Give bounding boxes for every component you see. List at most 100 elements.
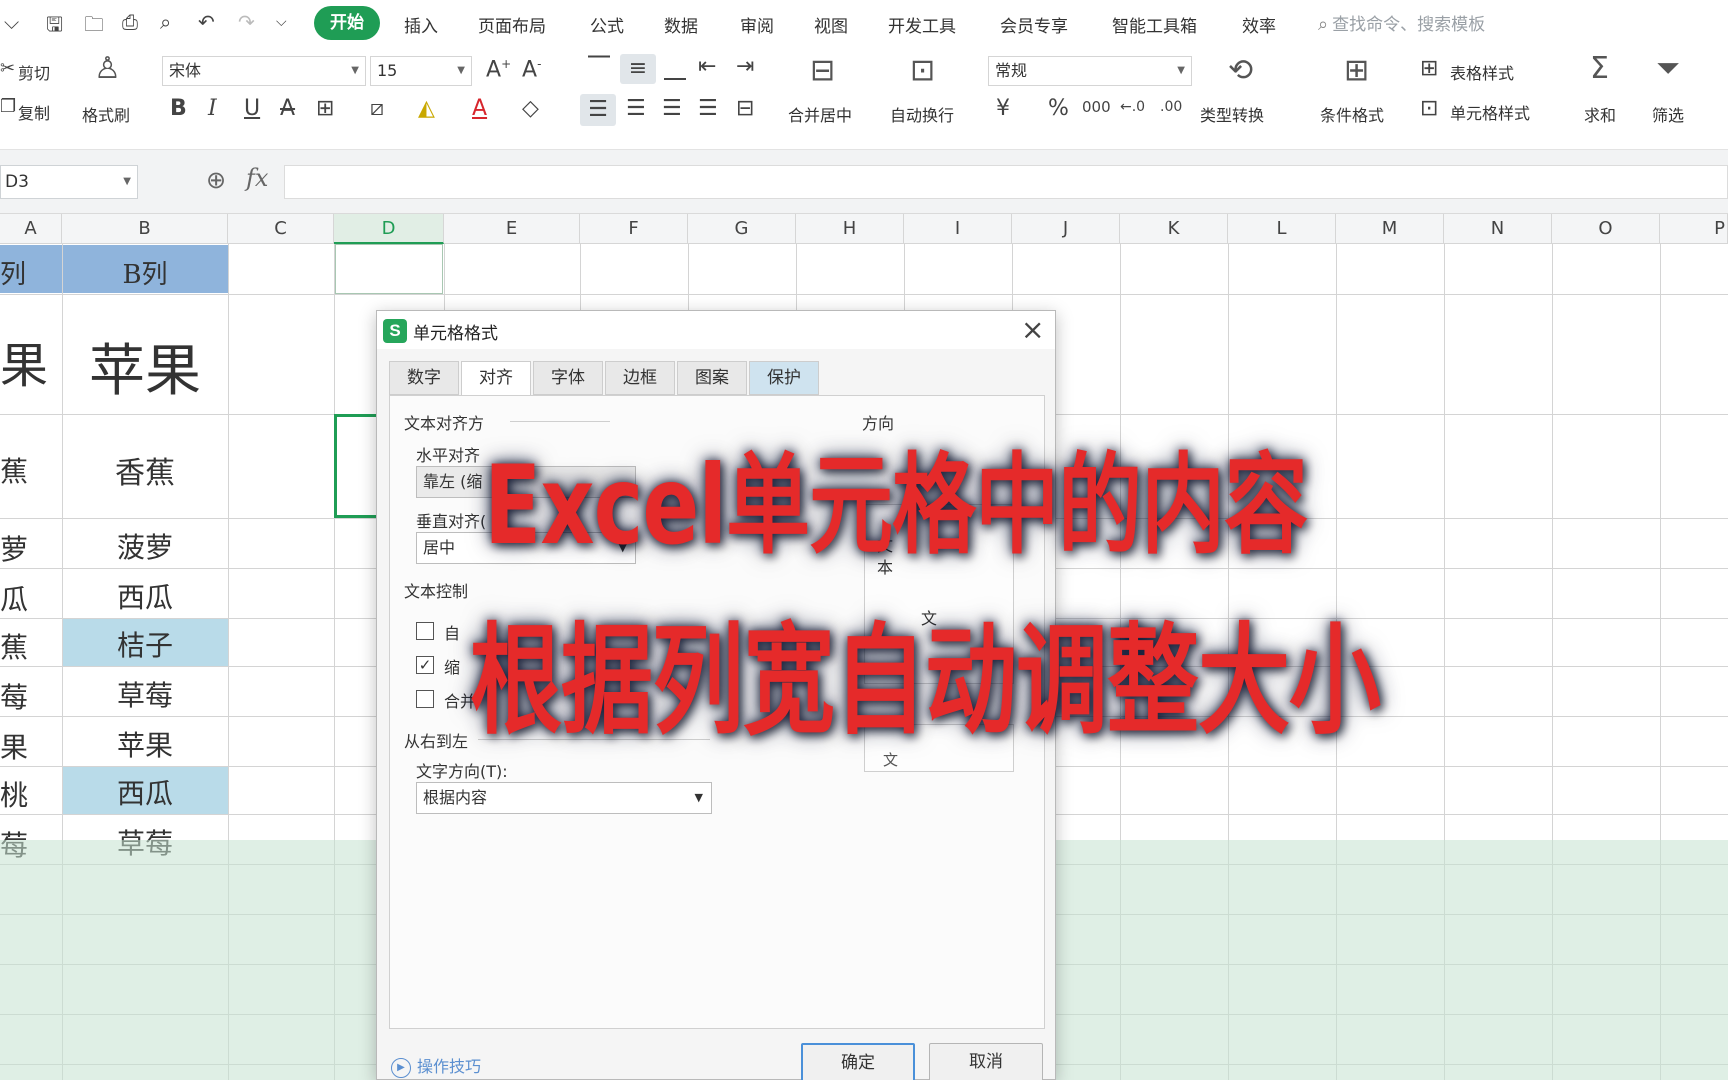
decrease-decimal-button[interactable]: .00 [1160,100,1182,114]
decrease-font-icon[interactable]: A- [522,58,541,81]
column-header-i[interactable]: I [904,214,1012,244]
name-box[interactable]: D3 ▼ [0,165,138,199]
tips-link[interactable]: ▶ 操作技巧 [391,1053,481,1078]
cut-button[interactable]: 剪切 [18,60,50,84]
border-icon[interactable]: ⊞ [316,98,334,120]
format-painter-button[interactable]: 格式刷 [82,102,130,126]
column-header-c[interactable]: C [228,214,334,244]
wrap-text-button[interactable]: 自动换行 [890,102,954,126]
column-header-f[interactable]: F [580,214,688,244]
type-convert-button[interactable]: 类型转换 [1200,102,1264,126]
quick-access-dropdown-icon[interactable]: ⌵ [4,10,19,34]
column-header-a[interactable]: A [0,214,62,244]
number-format-select[interactable]: 常规 ▼ [988,56,1192,86]
align-center-icon[interactable]: ☰ [626,98,646,120]
output-pdf-icon[interactable]: 🗀 [84,10,104,44]
column-header-d[interactable]: D [334,214,444,244]
bold-button[interactable]: B [170,98,187,120]
tab-border[interactable]: 边框 [605,361,675,395]
cell-a4[interactable]: 萝 [0,528,40,568]
italic-button[interactable]: I [208,98,217,120]
copy-button[interactable]: 复制 [18,100,50,124]
cell-b2[interactable]: 苹果 [62,326,228,407]
formula-input[interactable] [284,165,1728,199]
increase-decimal-button[interactable]: ←.0 [1120,100,1145,114]
column-header-j[interactable]: J [1012,214,1120,244]
cell-a8[interactable]: 果 [0,726,40,766]
distributed-icon[interactable]: ⊟ [736,98,754,120]
cell-a9[interactable]: 桃 [0,774,40,814]
fx-icon[interactable]: fx [246,164,268,192]
menu-formulas[interactable]: 公式 [590,12,624,37]
column-header-k[interactable]: K [1120,214,1228,244]
tab-protection[interactable]: 保护 [749,361,819,395]
cell-b3[interactable]: 香蕉 [62,448,228,492]
menu-view[interactable]: 视图 [814,12,848,37]
command-search[interactable]: ⌕ 查找命令、搜索模板 [1318,10,1485,35]
column-header-o[interactable]: O [1552,214,1660,244]
cell-a7[interactable]: 莓 [0,676,40,716]
cell-b7[interactable]: 草莓 [62,674,228,714]
thousands-button[interactable]: 000 [1082,100,1111,115]
align-right-icon[interactable]: ☰ [662,98,682,120]
tab-pattern[interactable]: 图案 [677,361,747,395]
shape-fill-icon[interactable]: ⧄ [370,98,384,120]
cancel-button[interactable]: 取消 [929,1043,1043,1080]
cell-a1[interactable]: 列 [0,254,40,291]
column-header-g[interactable]: G [688,214,796,244]
cell-b1[interactable]: B列 [62,254,228,291]
text-direction-select[interactable]: 根据内容 ▼ [416,782,712,814]
underline-button[interactable]: U [244,98,260,120]
increase-font-icon[interactable]: A+ [486,58,511,81]
menu-member[interactable]: 会员专享 [1000,12,1068,37]
undo-icon[interactable]: ↶ [198,10,215,34]
cell-b9[interactable]: 西瓜 [62,772,228,812]
ok-button[interactable]: 确定 [801,1043,915,1080]
cell-b5[interactable]: 西瓜 [62,576,228,616]
cell-a6[interactable]: 蕉 [0,626,40,666]
justify-icon[interactable]: ☰ [698,98,718,120]
font-name-select[interactable]: 宋体 ▼ [162,56,366,86]
merge-center-button[interactable]: 合并居中 [788,102,852,126]
font-color-icon[interactable]: A [472,98,487,120]
menu-home[interactable]: 开始 [314,6,380,40]
cell-b4[interactable]: 菠萝 [62,526,228,566]
menu-review[interactable]: 审阅 [740,12,774,37]
print-preview-icon[interactable]: ⌕ [160,10,171,34]
column-header-b[interactable]: B [62,214,228,244]
strikethrough-icon[interactable]: A [280,98,295,120]
shrink-to-fit-checkbox[interactable]: ✓ [416,656,434,674]
menu-smart-toolbox[interactable]: 智能工具箱 [1112,12,1197,37]
save-icon[interactable]: 🖫 [46,10,63,44]
table-style-button[interactable]: 表格样式 [1450,60,1514,84]
column-header-m[interactable]: M [1336,214,1444,244]
tab-alignment[interactable]: 对齐 [461,361,531,397]
cell-a3[interactable]: 蕉 [0,450,40,490]
column-header-e[interactable]: E [444,214,580,244]
eraser-icon[interactable]: ◇ [522,98,539,120]
tab-font[interactable]: 字体 [533,361,603,395]
menu-developer[interactable]: 开发工具 [888,12,956,37]
increase-indent-icon[interactable]: ⇥ [736,56,754,78]
cell-a5[interactable]: 瓜 [0,578,40,618]
filter-button[interactable]: 筛选 [1652,102,1684,126]
font-size-select[interactable]: 15 ▼ [370,56,472,86]
print-icon[interactable]: ⎙ [122,10,138,34]
decrease-indent-icon[interactable]: ⇤ [698,56,716,78]
cell-b8[interactable]: 苹果 [62,724,228,764]
menu-data[interactable]: 数据 [664,12,698,37]
tab-number[interactable]: 数字 [389,361,459,395]
column-header-n[interactable]: N [1444,214,1552,244]
cell-style-button[interactable]: 单元格样式 [1450,100,1530,124]
align-middle-icon[interactable]: ≡ [620,54,656,84]
close-icon[interactable]: × [1021,313,1044,346]
cell-a2[interactable]: 果 [0,326,50,396]
column-header-p[interactable]: P [1660,214,1728,244]
menu-efficiency[interactable]: 效率 [1242,12,1276,37]
column-header-h[interactable]: H [796,214,904,244]
percent-button[interactable]: % [1048,98,1069,120]
zoom-formula-icon[interactable]: ⊕ [206,166,226,194]
merge-cells-checkbox[interactable] [416,690,434,708]
wrap-text-checkbox[interactable] [416,622,434,640]
conditional-format-button[interactable]: 条件格式 [1320,102,1384,126]
